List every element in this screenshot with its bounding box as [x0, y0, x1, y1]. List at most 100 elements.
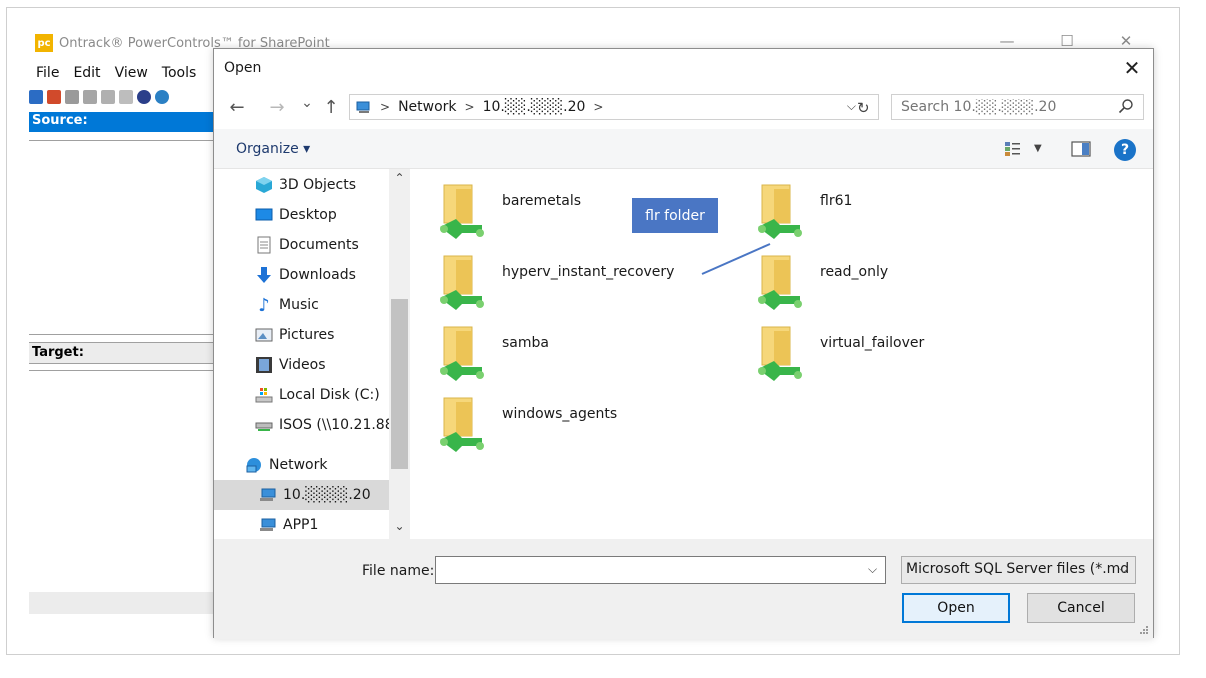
music-icon: ♪: [258, 294, 270, 316]
network-computer-icon: [356, 101, 370, 113]
folder-name: hyperv_instant_recovery: [502, 264, 675, 280]
nav-item-label: ISOS (\\10.21.88.: [279, 417, 389, 433]
shared-folder-icon: [440, 326, 484, 381]
paste-icon[interactable]: [101, 90, 115, 104]
forward-button[interactable]: →: [266, 97, 288, 118]
scroll-down-icon[interactable]: ⌄: [389, 519, 410, 533]
pictures-icon: [255, 326, 273, 344]
file-name-input[interactable]: [435, 556, 886, 584]
videos-icon: [255, 356, 273, 374]
help-icon[interactable]: ?: [1114, 139, 1136, 161]
search-input[interactable]: [901, 99, 1111, 115]
file-type-dropdown-icon[interactable]: ⌵: [1119, 562, 1128, 577]
nav-item-label: 10.░░░░.20: [283, 487, 371, 503]
file-type-select[interactable]: Microsoft SQL Server files (*.md: [901, 556, 1136, 584]
breadcrumb-network[interactable]: Network: [398, 99, 456, 115]
nav-item-label: Network: [269, 457, 328, 473]
pane-divider: [29, 334, 214, 335]
shared-folder-icon: [440, 255, 484, 310]
folder-item-flr61[interactable]: flr61: [754, 181, 1054, 243]
folder-item-read-only[interactable]: read_only: [754, 252, 1054, 314]
web-icon[interactable]: [155, 90, 169, 104]
menu-file[interactable]: File: [29, 63, 66, 85]
copy-icon[interactable]: [65, 90, 79, 104]
file-name-dropdown-icon[interactable]: ⌵: [868, 562, 877, 577]
nav-item-label: Downloads: [279, 267, 356, 283]
app-menubar: File Edit View Tools: [29, 63, 203, 85]
recent-locations-button[interactable]: ⌄: [296, 95, 318, 111]
app-logo-icon: pc: [35, 34, 53, 52]
address-bar[interactable]: > Network > 10.░░.░░░.20 > ⌵: [349, 94, 879, 120]
nav-pane-scrollbar[interactable]: ⌃ ⌄: [389, 169, 410, 539]
callout-arrow: [701, 243, 771, 275]
source-divider: [29, 140, 214, 141]
organize-button[interactable]: Organize ▾: [236, 141, 310, 157]
file-name-label: File name:: [362, 563, 435, 579]
disconnect-icon[interactable]: [47, 90, 61, 104]
folder-name: read_only: [820, 264, 889, 280]
navigation-bar: ← → ⌄ ↑ > Network > 10.░░.░░░.20 > ⌵ ↻: [214, 87, 1153, 129]
open-button[interactable]: Open: [902, 593, 1010, 623]
open-dialog: Open ✕ ← → ⌄ ↑ > Network > 10.░░.░░░.20 …: [213, 48, 1154, 639]
help-toolbar-icon[interactable]: [137, 90, 151, 104]
breadcrumb-host[interactable]: 10.░░.░░░.20: [483, 99, 586, 115]
downloads-icon: [255, 266, 273, 284]
magnifier-icon[interactable]: [1118, 98, 1134, 114]
nav-item-pictures[interactable]: Pictures: [214, 320, 389, 350]
nav-item-label: Local Disk (C:): [279, 387, 380, 403]
folder-item-virtual-failover[interactable]: virtual_failover: [754, 323, 1054, 385]
dialog-close-button[interactable]: ✕: [1119, 55, 1145, 81]
nav-item-label: Pictures: [279, 327, 335, 343]
scroll-up-icon[interactable]: ⌃: [389, 171, 410, 185]
cancel-button[interactable]: Cancel: [1027, 593, 1135, 623]
address-dropdown-icon[interactable]: ⌵: [847, 99, 856, 114]
view-options-icon[interactable]: [1004, 141, 1024, 157]
nav-item-host[interactable]: 10.░░░░.20: [214, 480, 389, 510]
up-button[interactable]: ↑: [320, 97, 342, 118]
scrollbar-thumb[interactable]: [391, 299, 408, 469]
dialog-titlebar: Open ✕: [214, 49, 1153, 87]
menu-view[interactable]: View: [108, 63, 155, 85]
dialog-title: Open: [224, 60, 262, 76]
find-icon[interactable]: [119, 90, 133, 104]
nav-item-isos[interactable]: ISOS (\\10.21.88.: [214, 410, 389, 440]
breadcrumb-chevron-icon: >: [380, 100, 391, 114]
3d-objects-icon: [255, 176, 273, 194]
nav-item-local-disk[interactable]: Local Disk (C:): [214, 380, 389, 410]
nav-item-downloads[interactable]: Downloads: [214, 260, 389, 290]
menu-tools[interactable]: Tools: [155, 63, 204, 85]
view-dropdown-icon[interactable]: ▼: [1034, 143, 1042, 154]
folder-item-hyperv-instant-recovery[interactable]: hyperv_instant_recovery: [436, 252, 736, 314]
nav-item-label: 3D Objects: [279, 177, 357, 193]
documents-icon: [255, 236, 273, 254]
nav-item-documents[interactable]: Documents: [214, 230, 389, 260]
connect-icon[interactable]: [29, 90, 43, 104]
target-divider: [29, 370, 214, 371]
nav-item-desktop[interactable]: Desktop: [214, 200, 389, 230]
nav-item-label: Music: [279, 297, 319, 313]
search-box[interactable]: [891, 94, 1144, 120]
shared-folder-icon: [440, 397, 484, 452]
nav-item-3d-objects[interactable]: 3D Objects: [214, 170, 389, 200]
computer-icon: [259, 486, 277, 504]
folder-name: samba: [502, 335, 549, 351]
cut-icon[interactable]: [83, 90, 97, 104]
folder-name: windows_agents: [502, 406, 618, 422]
nav-item-music[interactable]: ♪ Music: [214, 290, 389, 320]
nav-item-label: Documents: [279, 237, 359, 253]
folder-item-samba[interactable]: samba: [436, 323, 736, 385]
preview-pane-icon[interactable]: [1071, 141, 1091, 157]
nav-item-label: Desktop: [279, 207, 337, 223]
refresh-button[interactable]: ↻: [857, 99, 870, 117]
shared-folder-icon: [440, 184, 484, 239]
folder-item-windows-agents[interactable]: windows_agents: [436, 394, 736, 456]
nav-item-app1[interactable]: APP1: [214, 510, 389, 540]
nav-item-label: Videos: [279, 357, 326, 373]
nav-item-videos[interactable]: Videos: [214, 350, 389, 380]
source-header: Source:: [29, 112, 214, 132]
nav-item-network[interactable]: Network: [214, 450, 389, 480]
nav-item-label: APP1: [283, 517, 319, 533]
menu-edit[interactable]: Edit: [66, 63, 107, 85]
resize-grip-icon[interactable]: [1139, 625, 1149, 635]
back-button[interactable]: ←: [226, 97, 248, 118]
